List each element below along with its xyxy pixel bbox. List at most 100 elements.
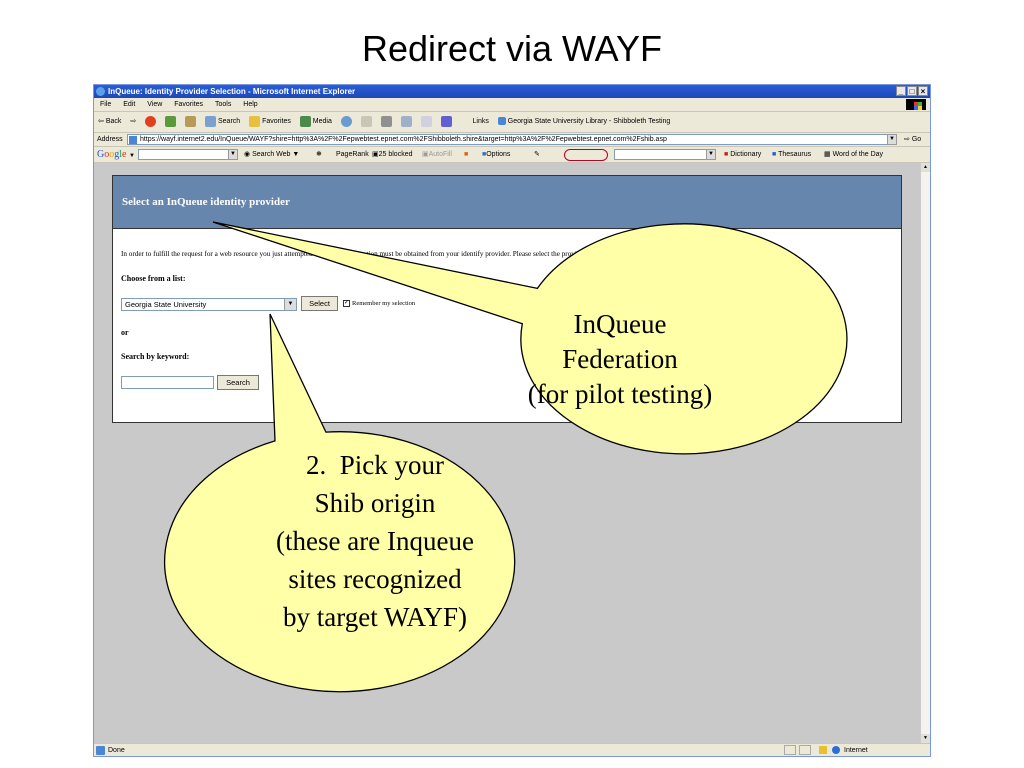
forward-button[interactable]: ⇨ (130, 112, 136, 132)
status-text: Done (108, 747, 125, 754)
ie-page-icon (497, 117, 506, 126)
favorites-icon (249, 115, 261, 127)
mail-icon (360, 115, 372, 127)
search-button[interactable]: Search (217, 375, 259, 390)
security-zone: Internet (844, 747, 868, 754)
standard-toolbar: ⇦ Back ⇨ Search Favorites Media Links Ge… (94, 112, 930, 133)
window-titlebar[interactable]: InQueue: Identity Provider Selection - M… (94, 85, 930, 98)
options-button[interactable]: ■Options (482, 147, 510, 162)
autofill-button[interactable]: ▣AutoFill (422, 147, 452, 162)
inqueue-callout-text: InQueue Federation (for pilot testing) (490, 307, 750, 412)
home-button[interactable] (185, 112, 197, 132)
select-dropdown-icon[interactable]: ▼ (284, 299, 296, 310)
address-bar: Address https://wayf.internet2.edu/InQue… (94, 133, 930, 147)
pick-origin-callout-text: 2. Pick your Shib origin (these are Inqu… (215, 446, 535, 636)
panel-header: Select an InQueue identity provider (113, 176, 901, 229)
menu-edit[interactable]: Edit (123, 98, 135, 111)
autofill-icon: ▣ (422, 151, 429, 158)
edit-button[interactable] (400, 112, 412, 132)
edit-icon (400, 115, 412, 127)
popup-blocker-button[interactable]: ▣25 blocked (372, 147, 412, 162)
calendar-icon: ▦ (824, 151, 831, 158)
dictionary-search-input[interactable] (614, 149, 716, 160)
pagerank-indicator: PageRank (336, 151, 369, 158)
highlighter-icon[interactable]: ✎ (534, 147, 540, 162)
menu-favorites[interactable]: Favorites (174, 98, 203, 111)
menu-file[interactable]: File (100, 98, 111, 111)
favorites-button[interactable]: Favorites (249, 112, 291, 132)
slide-title: Redirect via WAYF (361, 28, 663, 69)
google-toolbar: Google ▼ ▼ ◉ Search Web ▼ ❅ PageRank ▣25… (94, 147, 930, 163)
callout-line: Shib origin (314, 488, 436, 518)
go-button[interactable]: ⇨ Go (904, 133, 921, 146)
search-icon (205, 115, 217, 127)
refresh-button[interactable] (165, 112, 177, 132)
vertical-scrollbar[interactable]: ▲ ▼ (920, 163, 930, 743)
keyword-input[interactable] (121, 376, 214, 389)
thesaurus-icon: ■ (772, 151, 777, 158)
globe-icon (832, 746, 840, 754)
callout-line: (these are Inqueue (276, 526, 474, 556)
callout-line: sites recognized (288, 564, 462, 594)
discuss-button[interactable] (420, 112, 432, 132)
browser-window: InQueue: Identity Provider Selection - M… (93, 84, 931, 757)
address-input[interactable]: https://wayf.internet2.edu/InQueue/WAYF?… (127, 134, 897, 145)
remember-selection[interactable]: ✓ Remember my selection (343, 300, 416, 308)
home-icon (185, 115, 197, 127)
messenger-button[interactable] (440, 112, 452, 132)
dictionary-icon: ■ (724, 151, 729, 158)
done-page-icon (96, 746, 105, 755)
menu-view[interactable]: View (147, 98, 162, 111)
or-label: or (121, 328, 129, 337)
media-icon (299, 115, 311, 127)
remember-label: Remember my selection (352, 300, 416, 307)
back-button[interactable]: ⇦ Back (98, 112, 121, 132)
media-button[interactable]: Media (299, 112, 332, 132)
go-arrow-icon: ⇨ (904, 136, 910, 143)
provider-select[interactable]: Georgia State University ▼ (121, 298, 297, 311)
instructions-text: In order to fulfill the request for a we… (121, 250, 673, 258)
google-dropdown-icon[interactable]: ▼ (228, 149, 238, 160)
search-toolbar-button[interactable]: Search (205, 112, 240, 132)
dictionary-button[interactable]: ■ Dictionary (724, 147, 761, 162)
choose-list-label: Choose from a list: (121, 274, 186, 283)
select-button[interactable]: Select (301, 296, 338, 311)
print-button[interactable] (380, 112, 392, 132)
messenger-icon (440, 115, 452, 127)
search-keyword-label: Search by keyword: (121, 352, 190, 361)
selected-provider: Georgia State University (125, 300, 207, 309)
address-dropdown-icon[interactable]: ▼ (887, 134, 897, 145)
status-bar: Done Internet (94, 743, 930, 757)
menu-tools[interactable]: Tools (215, 98, 231, 111)
callout-line: Federation (562, 344, 678, 374)
status-segment (799, 745, 811, 755)
minimize-button[interactable]: _ (896, 86, 906, 96)
search-web-button[interactable]: ◉ Search Web ▼ (244, 147, 299, 162)
callout-line: 2. Pick your (306, 450, 444, 480)
popup-blocker-icon: ▣ (372, 151, 379, 158)
scroll-up-icon[interactable]: ▲ (921, 163, 930, 172)
google-logo[interactable]: Google ▼ (97, 147, 135, 164)
address-label: Address (97, 136, 123, 143)
close-button[interactable]: × (918, 86, 928, 96)
status-segment (784, 745, 796, 755)
callout-line: (for pilot testing) (527, 379, 713, 409)
stop-button[interactable] (145, 112, 157, 132)
google-search-input[interactable] (138, 149, 238, 160)
word-of-day-button[interactable]: ▦ Word of the Day (824, 147, 883, 162)
news-icon[interactable]: ❅ (316, 147, 322, 162)
merriam-webster-logo-icon[interactable] (564, 149, 608, 161)
windows-logo-icon (906, 99, 926, 110)
scroll-down-icon[interactable]: ▼ (921, 734, 930, 743)
history-button[interactable] (340, 112, 352, 132)
links-item[interactable]: Georgia State University Library - Shibb… (497, 112, 670, 132)
blogger-icon[interactable]: ■ (464, 147, 468, 162)
dictionary-dropdown-icon[interactable]: ▼ (706, 149, 716, 160)
history-icon (340, 115, 352, 127)
mail-button[interactable] (360, 112, 372, 132)
maximize-button[interactable]: □ (907, 86, 917, 96)
menu-help[interactable]: Help (243, 98, 257, 111)
forward-arrow-icon: ⇨ (130, 118, 137, 125)
thesaurus-button[interactable]: ■ Thesaurus (772, 147, 811, 162)
remember-checkbox[interactable]: ✓ (343, 300, 350, 308)
